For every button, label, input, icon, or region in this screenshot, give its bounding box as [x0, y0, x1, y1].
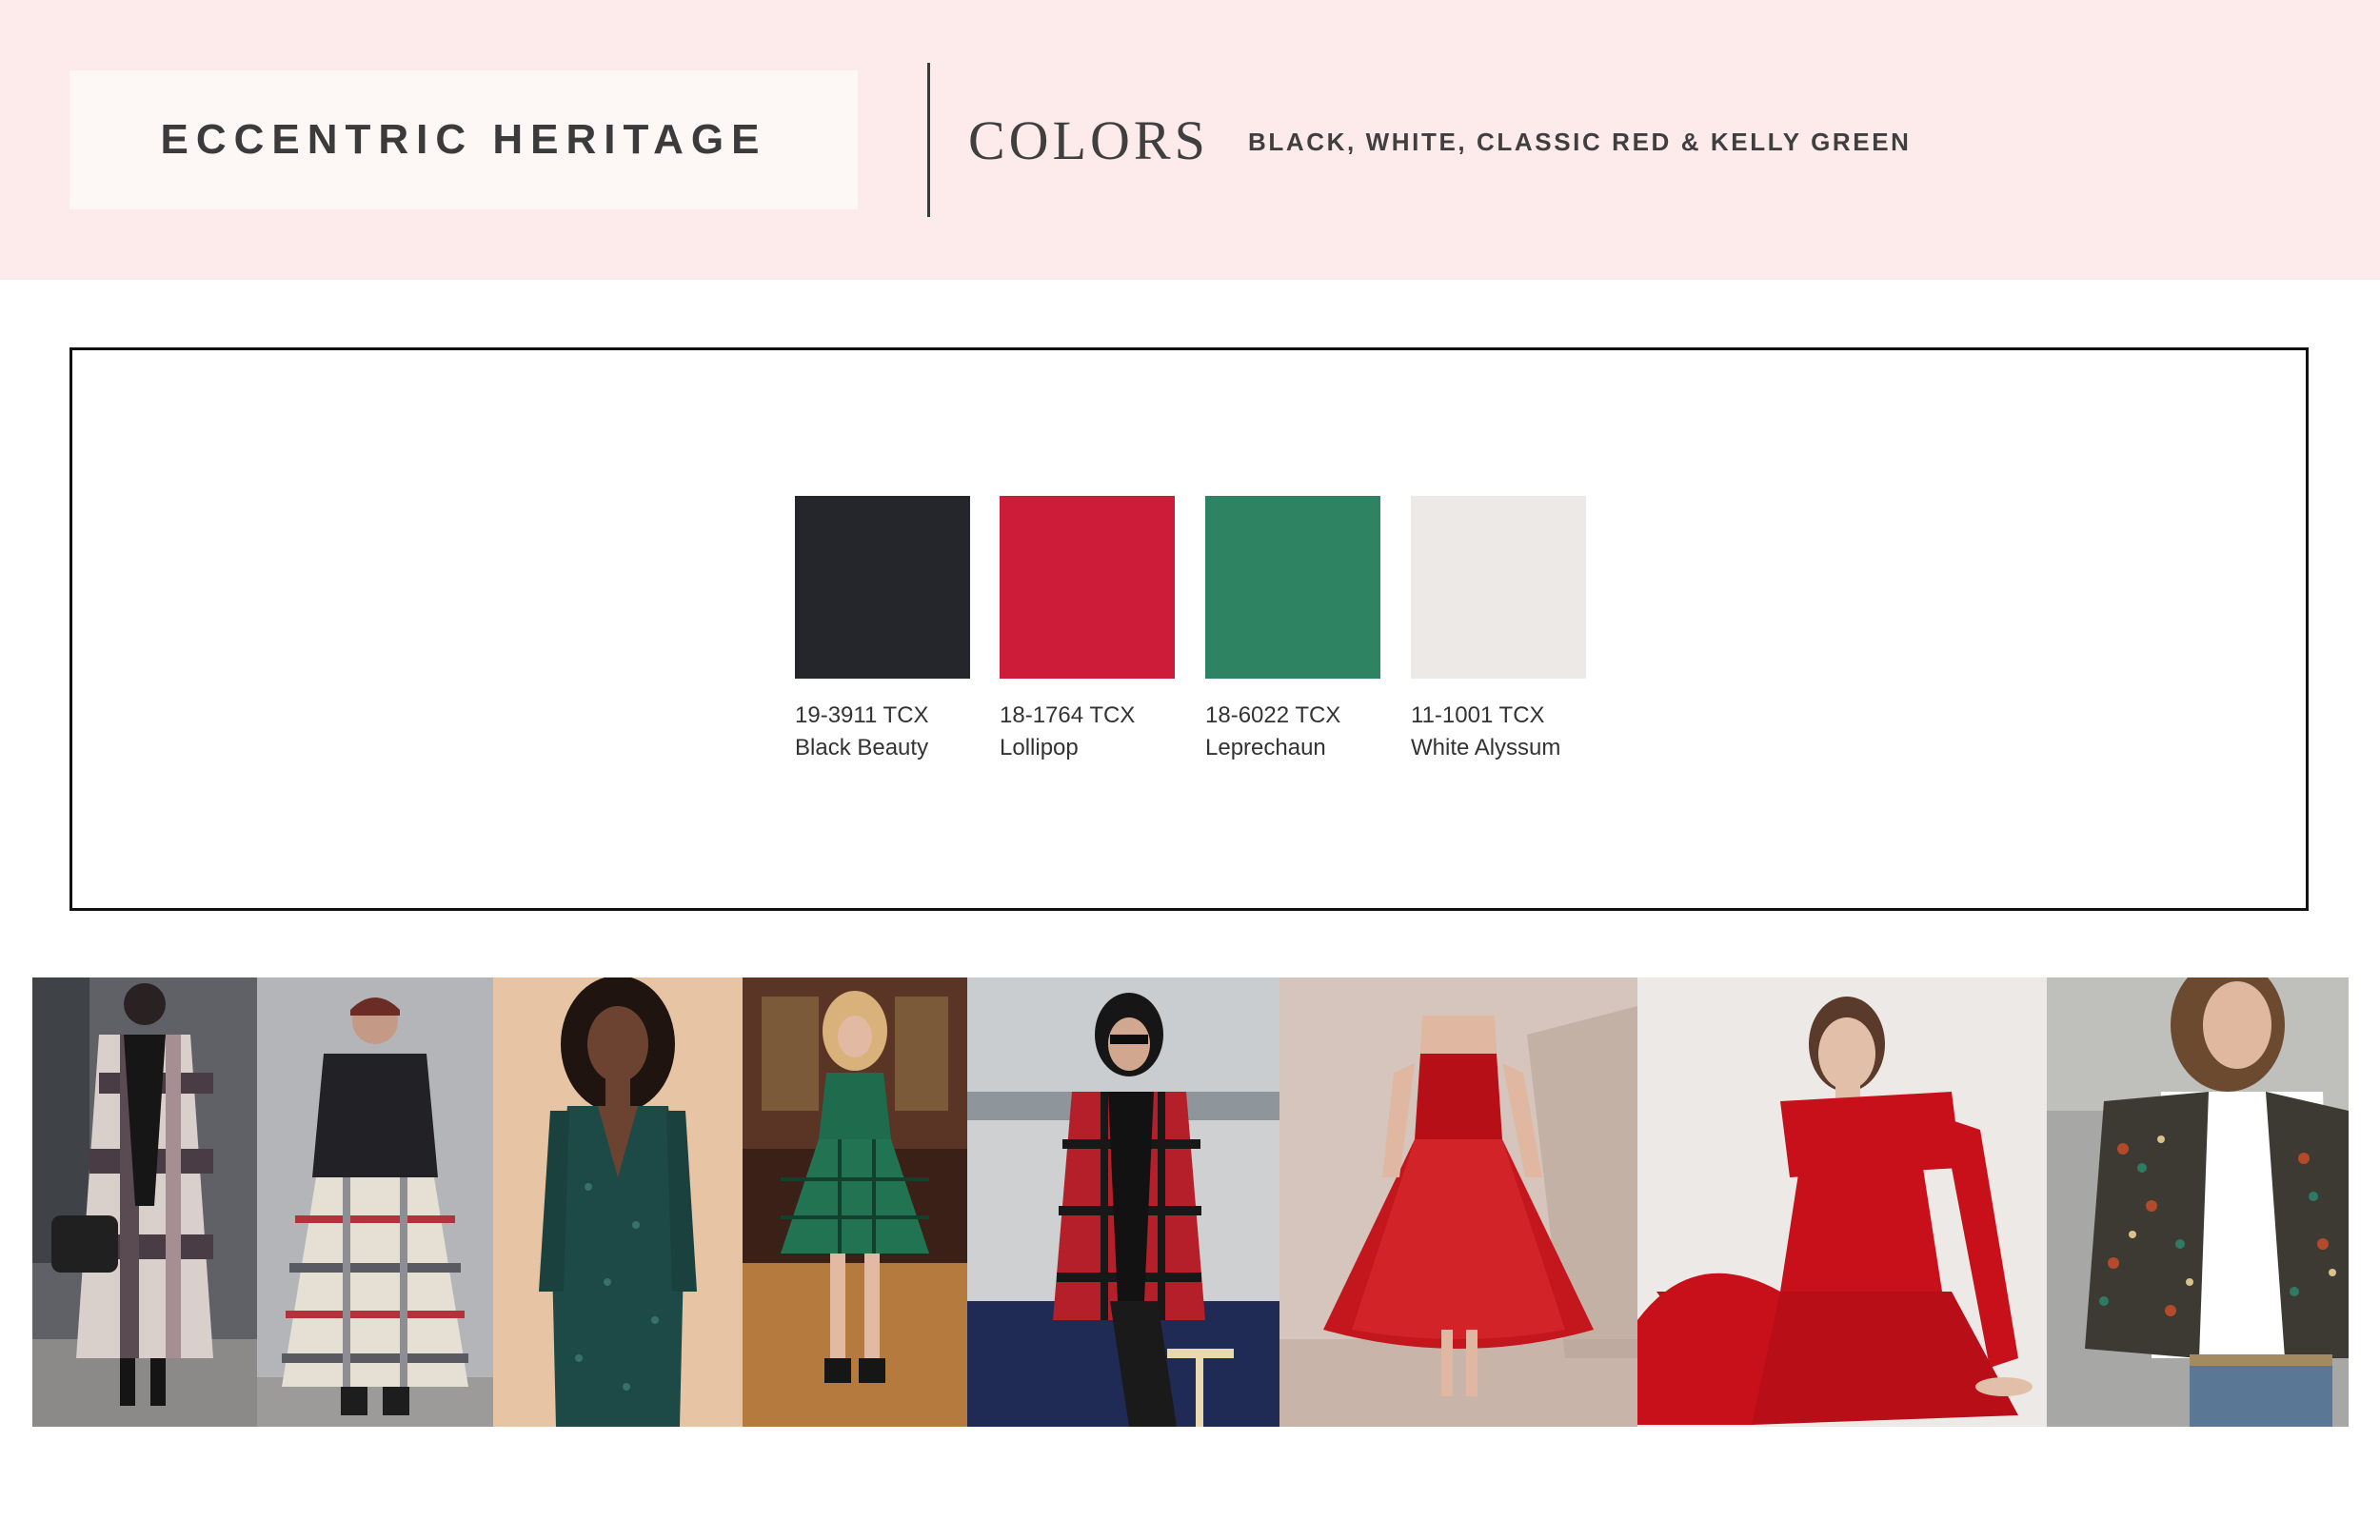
photo-red-off-shoulder-dress — [1637, 977, 2047, 1427]
photo-green-sequin-dress — [493, 977, 743, 1427]
swatch-code: 18-1764 TCX — [1000, 702, 1136, 728]
photo-green-plaid-babydoll-dress — [743, 977, 967, 1427]
photo-plaid-maxi-skirt — [257, 977, 493, 1427]
swatch-white-alyssum: 11-1001 TCX White Alyssum — [1411, 496, 1586, 764]
swatch-code: 11-1001 TCX — [1411, 702, 1545, 728]
section-subheading: BLACK, WHITE, CLASSIC RED & KELLY GREEN — [1248, 128, 1912, 156]
photo-red-tulle-dress — [1279, 977, 1637, 1427]
photo-sequin-jacket — [2047, 977, 2349, 1427]
swatch-leprechaun: 18-6022 TCX Leprechaun — [1205, 496, 1380, 764]
page-title: ECCENTRIC HERITAGE — [160, 116, 767, 163]
swatch-name: Black Beauty — [795, 735, 929, 760]
photo-plaid-long-coat — [32, 977, 257, 1427]
swatch-chip — [1411, 496, 1586, 679]
swatch-chip — [795, 496, 970, 679]
header-divider — [927, 63, 930, 217]
swatch-code: 18-6022 TCX — [1205, 702, 1341, 728]
title-box: ECCENTRIC HERITAGE — [69, 70, 858, 209]
section-heading: COLORS — [968, 109, 1209, 171]
swatch-name: Lollipop — [1000, 735, 1079, 760]
swatch-chip — [1000, 496, 1175, 679]
swatch-lollipop: 18-1764 TCX Lollipop — [1000, 496, 1175, 764]
swatch-code: 19-3911 TCX — [795, 702, 929, 728]
swatch-name: Leprechaun — [1205, 735, 1326, 760]
palette-frame — [69, 347, 2309, 911]
mood-photo-strip — [32, 977, 2349, 1427]
swatch-name: White Alyssum — [1411, 735, 1561, 760]
photo-red-plaid-coat — [967, 977, 1279, 1427]
swatch-black-beauty: 19-3911 TCX Black Beauty — [795, 496, 970, 764]
swatch-chip — [1205, 496, 1380, 679]
header-band: ECCENTRIC HERITAGE COLORS BLACK, WHITE, … — [0, 0, 2380, 280]
